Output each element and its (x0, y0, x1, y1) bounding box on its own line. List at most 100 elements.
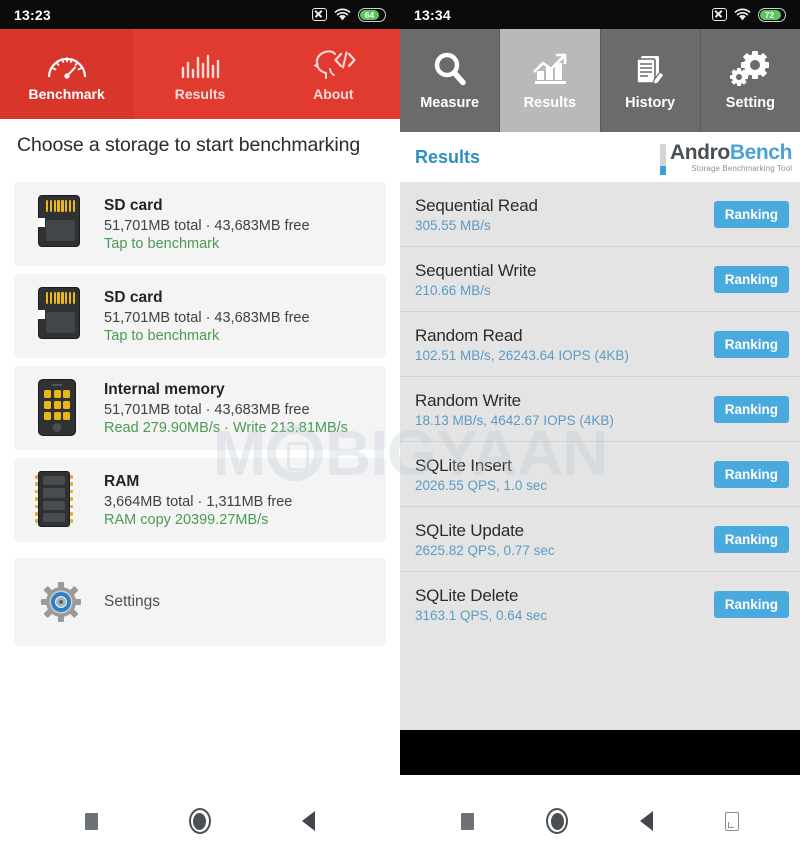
storage-sub: Read 279.90MB/s · Write 213.81MB/s (104, 419, 348, 436)
logo-andro-text: Andro (669, 140, 730, 164)
result-name: Random Read (415, 325, 523, 345)
storage-list: SD card 51,701MB total · 43,683MB free T… (14, 182, 386, 646)
storage-item-sdcard-1[interactable]: SD card 51,701MB total · 43,683MB free T… (14, 182, 386, 266)
tab-results-left[interactable]: Results (133, 29, 266, 119)
back-triangle-icon[interactable] (301, 811, 315, 831)
tab-about[interactable]: About (267, 29, 400, 119)
tab-benchmark[interactable]: Benchmark (0, 29, 134, 119)
right-status-time: 13:34 (414, 6, 451, 23)
storage-meta: 3,664MB total · 1,311MB free (104, 493, 293, 510)
storage-name: SD card (104, 288, 163, 306)
left-status-time: 13:23 (14, 6, 51, 23)
logo-tagline: Storage Benchmarking Tool (691, 163, 792, 173)
battery-percent-left: 64 (364, 9, 375, 20)
storage-meta: 51,701MB total · 43,683MB free (104, 309, 310, 326)
wifi-icon (334, 8, 351, 21)
page-title: Choose a storage to start benchmarking (17, 134, 361, 156)
document-pencil-icon (630, 50, 670, 90)
result-name: SQLite Delete (415, 586, 519, 605)
no-sim-icon (712, 8, 727, 21)
storage-sub: Tap to benchmark (104, 235, 220, 252)
tab-results-left-label: Results (174, 86, 226, 102)
tab-results-right-label: Results (523, 95, 577, 111)
ranking-button[interactable]: Ranking (713, 265, 789, 293)
androbench-logo: AndroBench Storage Benchmarking Tool (659, 140, 793, 175)
tab-measure-label: Measure (420, 95, 480, 111)
result-name: Sequential Read (415, 195, 538, 215)
result-name: SQLite Update (415, 520, 524, 540)
head-code-icon (308, 46, 358, 80)
storage-meta: 51,701MB total · 43,683MB free (104, 401, 310, 418)
home-circle-icon[interactable] (188, 808, 211, 834)
left-tab-bar: Benchmark Results About (0, 29, 400, 119)
results-list: Sequential Read 305.55 MB/s Ranking Sequ… (400, 182, 800, 775)
result-value: 2625.82 QPS, 0.77 sec (415, 542, 555, 558)
right-navigation-bar (400, 775, 800, 867)
tab-history[interactable]: History (601, 29, 701, 132)
left-status-bar: 13:23 64 (0, 0, 400, 29)
results-header: Results AndroBench Storage Benchmarking … (400, 132, 800, 182)
no-sim-icon (312, 8, 327, 21)
gear-icon (38, 581, 84, 623)
back-triangle-icon[interactable] (640, 811, 653, 831)
right-status-bar: 13:34 72 (400, 0, 800, 29)
left-phone-panel: 13:23 64 Benchmark Results About Choose … (0, 0, 400, 867)
table-row: SQLite Delete 3163.1 QPS, 0.64 sec Ranki… (400, 572, 800, 637)
result-name: Sequential Write (415, 260, 537, 280)
logo-bench-text: Bench (729, 140, 793, 164)
ranking-button[interactable]: Ranking (713, 525, 789, 553)
logo-bar-icon (659, 144, 666, 175)
storage-name: Internal memory (104, 380, 225, 398)
tab-measure[interactable]: Measure (400, 29, 501, 132)
storage-sub: Tap to benchmark (104, 327, 220, 344)
storage-sub: RAM copy 20399.27MB/s (104, 511, 269, 528)
screenshot-icon[interactable] (725, 811, 739, 831)
speedometer-icon (44, 46, 90, 80)
ranking-button[interactable]: Ranking (713, 200, 789, 228)
result-name: SQLite Insert (415, 455, 512, 475)
table-row: Sequential Write 210.66 MB/s Ranking (400, 247, 800, 312)
ram-chip-icon (35, 471, 84, 529)
table-row: SQLite Insert 2026.55 QPS, 1.0 sec Ranki… (400, 442, 800, 507)
tab-setting-label: Setting (725, 95, 775, 111)
settings-label: Settings (104, 593, 161, 610)
recents-square-icon[interactable] (461, 812, 474, 830)
home-circle-icon[interactable] (546, 808, 568, 834)
tab-about-label: About (313, 86, 354, 102)
left-navigation-bar (0, 775, 400, 867)
right-status-icons: 72 (712, 7, 786, 22)
result-value: 102.51 MB/s, 26243.64 IOPS (4KB) (415, 347, 629, 363)
recents-square-icon[interactable] (85, 812, 99, 830)
growth-chart-icon (530, 50, 570, 90)
storage-name: RAM (104, 472, 140, 490)
storage-name: SD card (104, 196, 163, 214)
sd-card-icon (37, 287, 84, 345)
screenshot-root: 13:23 64 Benchmark Results About Choose … (0, 0, 800, 867)
table-row: Random Read 102.51 MB/s, 26243.64 IOPS (… (400, 312, 800, 377)
sd-card-icon (37, 195, 84, 253)
phone-icon (38, 379, 84, 437)
ranking-button[interactable]: Ranking (713, 460, 789, 488)
right-phone-panel: 13:34 72 Measure Results History Setting… (400, 0, 800, 867)
tab-benchmark-label: Benchmark (28, 86, 105, 102)
battery-icon: 72 (758, 7, 786, 22)
bottom-black-bar (400, 730, 800, 775)
storage-meta: 51,701MB total · 43,683MB free (104, 217, 310, 234)
ranking-button[interactable]: Ranking (713, 330, 789, 358)
ranking-button[interactable]: Ranking (713, 395, 789, 423)
tab-results-right[interactable]: Results (500, 29, 601, 132)
tab-setting[interactable]: Setting (701, 29, 800, 132)
table-row: Random Write 18.13 MB/s, 4642.67 IOPS (4… (400, 377, 800, 442)
storage-item-sdcard-2[interactable]: SD card 51,701MB total · 43,683MB free T… (14, 274, 386, 358)
result-value: 2026.55 QPS, 1.0 sec (415, 477, 548, 493)
table-row: SQLite Update 2625.82 QPS, 0.77 sec Rank… (400, 507, 800, 572)
storage-item-ram[interactable]: RAM 3,664MB total · 1,311MB free RAM cop… (14, 458, 386, 542)
result-value: 305.55 MB/s (415, 217, 491, 233)
right-tab-bar: Measure Results History Setting (400, 29, 800, 132)
battery-icon: 64 (358, 7, 386, 22)
results-title: Results (415, 146, 481, 167)
ranking-button[interactable]: Ranking (713, 591, 789, 618)
settings-item[interactable]: Settings (14, 558, 386, 646)
result-value: 18.13 MB/s, 4642.67 IOPS (4KB) (415, 412, 614, 428)
storage-item-internal-memory[interactable]: Internal memory 51,701MB total · 43,683M… (14, 366, 386, 450)
